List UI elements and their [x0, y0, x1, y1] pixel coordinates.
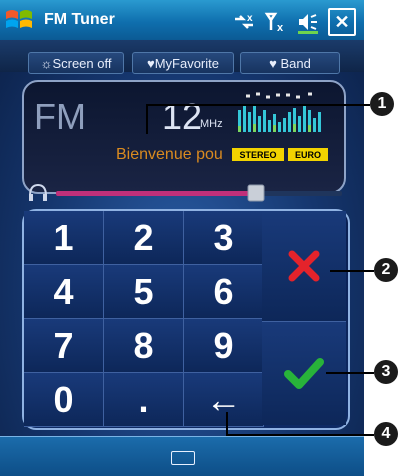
- key-6[interactable]: 6: [184, 265, 264, 319]
- volume-icon[interactable]: [296, 10, 320, 34]
- callout-line-3: [326, 372, 374, 374]
- callout-1: 1: [370, 92, 394, 116]
- key-7[interactable]: 7: [24, 319, 104, 373]
- device-screen: FM Tuner x x ✕ ☼Screen off ♥MyFavorite ♥…: [0, 0, 364, 476]
- frequency-value: 12: [162, 96, 203, 137]
- key-9[interactable]: 9: [184, 319, 264, 373]
- key-2[interactable]: 2: [104, 211, 184, 265]
- key-1[interactable]: 1: [24, 211, 104, 265]
- rds-text: Bienvenue pou: [116, 146, 223, 163]
- callout-3: 3: [374, 360, 398, 384]
- check-icon: [284, 357, 324, 389]
- callout-2: 2: [374, 258, 398, 282]
- key-4[interactable]: 4: [24, 265, 104, 319]
- key-3[interactable]: 3: [184, 211, 264, 265]
- status-icons: x x ✕: [232, 8, 356, 36]
- callout-line-1: [146, 104, 148, 134]
- frequency-unit: MHz: [200, 118, 223, 130]
- headphone-icon: [29, 183, 47, 201]
- callout-line-4: [226, 412, 228, 434]
- spectrum-meter-icon: [238, 92, 321, 132]
- tab-screen-off[interactable]: ☼Screen off: [28, 52, 124, 74]
- callout-line-2: [330, 270, 374, 272]
- backspace-key[interactable]: ←: [184, 373, 264, 427]
- start-icon[interactable]: [4, 6, 34, 34]
- callout-4: 4: [374, 422, 398, 446]
- app-title: FM Tuner: [44, 11, 115, 28]
- stereo-badge: STEREO: [232, 148, 284, 161]
- signal-icon[interactable]: x: [264, 10, 288, 34]
- key-5[interactable]: 5: [104, 265, 184, 319]
- close-icon[interactable]: ✕: [328, 8, 356, 36]
- cancel-button[interactable]: [262, 211, 346, 322]
- callout-line-4b: [226, 434, 374, 436]
- euro-badge: EURO: [288, 148, 328, 161]
- connectivity-icon[interactable]: x: [232, 10, 256, 34]
- key-dot[interactable]: .: [104, 373, 184, 427]
- callout-line-1b: [146, 104, 370, 106]
- svg-text:x: x: [247, 13, 253, 24]
- key-8[interactable]: 8: [104, 319, 184, 373]
- band-label: FM: [34, 96, 86, 137]
- keyboard-icon[interactable]: [171, 451, 195, 465]
- svg-text:x: x: [277, 22, 284, 34]
- tab-my-favorite[interactable]: ♥MyFavorite: [132, 52, 234, 74]
- key-0[interactable]: 0: [24, 373, 104, 427]
- volume-slider[interactable]: [28, 182, 344, 204]
- tab-band[interactable]: ♥ Band: [240, 52, 340, 74]
- cross-icon: [288, 250, 320, 282]
